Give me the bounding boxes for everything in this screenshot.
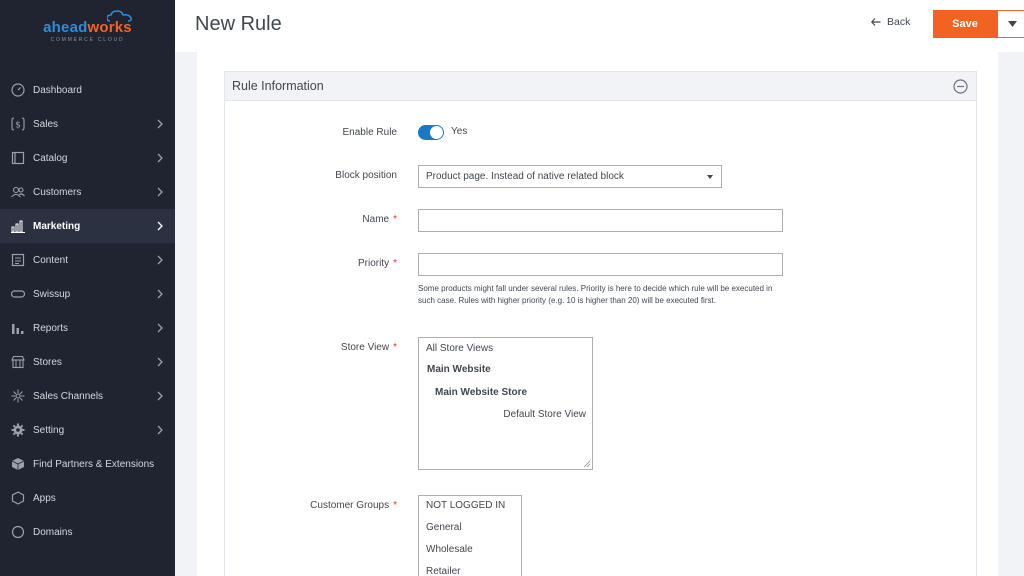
sidebar-item-sales-channels[interactable]: Sales Channels [0, 379, 175, 413]
sidebar-item-setting[interactable]: Setting [0, 413, 175, 447]
chevron-right-icon [157, 323, 163, 333]
chevron-right-icon [157, 119, 163, 129]
sidebar-item-label: Customers [33, 186, 82, 198]
customer-groups-label: Customer Groups * [310, 500, 397, 511]
store-view-option[interactable]: All Store Views [426, 343, 493, 354]
sidebar-item-label: Dashboard [33, 84, 82, 96]
back-label: Back [887, 16, 911, 28]
chevron-right-icon [157, 357, 163, 367]
name-label: Name * [362, 214, 397, 225]
save-dropdown-button[interactable] [997, 10, 1024, 38]
catalog-icon [10, 150, 26, 166]
priority-label: Priority * [357, 258, 397, 269]
collapse-icon[interactable] [953, 79, 968, 94]
block-position-label: Block position [335, 170, 397, 181]
sidebar-item-label: Marketing [33, 220, 81, 232]
name-input[interactable] [418, 209, 783, 232]
store-view-option: Main Website Store [435, 387, 528, 398]
arrow-left-icon [871, 18, 881, 26]
sidebar: aheadworks COMMERCE CLOUD Dashboard $ Sale… [0, 0, 175, 576]
store-view-option[interactable]: Default Store View [503, 409, 586, 420]
customer-group-option[interactable]: General [426, 522, 462, 533]
chevron-right-icon [157, 391, 163, 401]
sidebar-item-label: Find Partners & Extensions [33, 458, 155, 470]
chevron-right-icon [157, 425, 163, 435]
store-view-option: Main Website [427, 364, 491, 375]
page-title: New Rule [195, 13, 282, 35]
sidebar-item-swissup[interactable]: Swissup [0, 277, 175, 311]
store-view-multiselect[interactable]: All Store Views Main Website Main Websit… [418, 337, 593, 470]
chevron-right-icon [157, 289, 163, 299]
enable-rule-toggle[interactable] [418, 125, 444, 140]
enable-rule-label: Enable Rule [342, 127, 397, 138]
logo-tagline: COMMERCE CLOUD [50, 37, 125, 43]
sidebar-item-label: Sales [33, 118, 59, 130]
sidebar-item-reports[interactable]: Reports [0, 311, 175, 345]
enable-rule-value: Yes [451, 126, 468, 137]
svg-text:$: $ [15, 121, 21, 131]
sidebar-item-customers[interactable]: Customers [0, 175, 175, 209]
back-button[interactable]: Back [871, 16, 910, 28]
sidebar-item-label: Swissup [33, 288, 71, 300]
apps-icon [10, 490, 26, 506]
customer-group-option[interactable]: NOT LOGGED IN [426, 500, 505, 511]
sidebar-item-label: Content [33, 254, 69, 266]
sidebar-item-label: Domains [33, 526, 73, 538]
priority-note: Some products might fall under several r… [418, 284, 773, 305]
swissup-icon [10, 286, 26, 302]
sidebar-item-catalog[interactable]: Catalog [0, 141, 175, 175]
chevron-right-icon [157, 255, 163, 265]
chevron-right-icon [157, 187, 163, 197]
sidebar-item-find-partners-extensions[interactable]: Find Partners & Extensions [0, 447, 175, 481]
sidebar-nav: Dashboard $ Sales Catalog Customers Marketing… [0, 73, 175, 549]
dashboard-icon [10, 82, 26, 98]
dollar-icon: $ [10, 116, 26, 132]
customer-group-option[interactable]: Retailer [426, 566, 460, 576]
cloud-icon [107, 10, 132, 22]
caret-down-icon [707, 175, 713, 179]
gear-icon [10, 422, 26, 438]
sidebar-item-dashboard[interactable]: Dashboard [0, 73, 175, 107]
content-icon [10, 252, 26, 268]
sidebar-item-apps[interactable]: Apps [0, 481, 175, 515]
save-button[interactable]: Save [933, 10, 997, 38]
extensions-icon [10, 456, 26, 472]
customers-icon [10, 184, 26, 200]
sidebar-item-stores[interactable]: Stores [0, 345, 175, 379]
marketing-icon [10, 218, 26, 234]
sidebar-item-label: Reports [33, 322, 69, 334]
logo[interactable]: aheadworks COMMERCE CLOUD [0, 0, 175, 62]
store-view-label: Store View * [340, 342, 397, 353]
customer-groups-multiselect[interactable]: NOT LOGGED IN General Wholesale Retailer [418, 495, 522, 576]
block-position-select[interactable]: Product page. Instead of native related … [418, 165, 722, 188]
sidebar-item-label: Catalog [33, 152, 68, 164]
sidebar-item-content[interactable]: Content [0, 243, 175, 277]
domains-icon [10, 524, 26, 540]
section-header[interactable]: Rule Information [224, 71, 977, 101]
reports-icon [10, 320, 26, 336]
sales-channels-icon [10, 388, 26, 404]
sidebar-item-label: Stores [33, 356, 62, 368]
chevron-right-icon [157, 153, 163, 163]
section-title: Rule Information [232, 79, 324, 93]
block-position-value: Product page. Instead of native related … [426, 171, 624, 182]
sidebar-item-label: Apps [33, 492, 56, 504]
stores-icon [10, 354, 26, 370]
priority-input[interactable] [418, 253, 783, 276]
sidebar-item-label: Setting [33, 424, 65, 436]
caret-down-icon [1007, 21, 1017, 27]
sidebar-item-sales[interactable]: $ Sales [0, 107, 175, 141]
sidebar-item-label: Sales Channels [33, 390, 104, 402]
chevron-right-icon [157, 221, 163, 231]
customer-group-option[interactable]: Wholesale [426, 544, 473, 555]
sidebar-item-marketing[interactable]: Marketing [0, 209, 175, 243]
sidebar-item-domains[interactable]: Domains [0, 515, 175, 549]
resize-grip-icon[interactable] [583, 460, 591, 468]
